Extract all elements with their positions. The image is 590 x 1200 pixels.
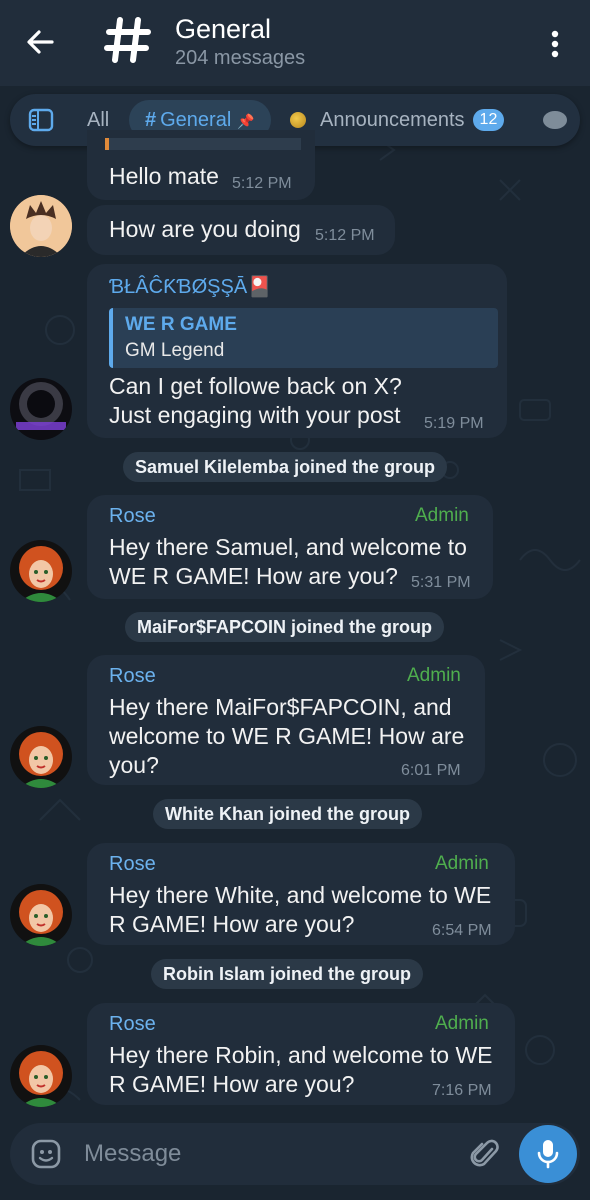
message-time: 6:54 PM: [432, 922, 492, 939]
sender-name[interactable]: Rose: [109, 1013, 156, 1036]
tab-general-label: General: [160, 109, 232, 131]
sender-name[interactable]: Rose: [109, 505, 156, 528]
announcements-icon: [290, 112, 306, 128]
message-text: Hey there MaiFor$FAPCOIN, and: [109, 694, 452, 720]
admin-badge: Admin: [407, 665, 461, 686]
chat-header: General 204 messages: [0, 0, 590, 86]
attach-icon[interactable]: [470, 1137, 500, 1171]
avatar[interactable]: [10, 378, 72, 440]
message-text: you?: [109, 752, 159, 778]
more-vertical-icon[interactable]: [540, 26, 570, 62]
sender-name[interactable]: Rose: [109, 665, 156, 688]
emoji-icon[interactable]: [30, 1138, 62, 1170]
sender-name[interactable]: Rose: [109, 853, 156, 876]
message-time: 6:01 PM: [401, 762, 461, 779]
hash-icon[interactable]: [102, 14, 154, 66]
message-time: 5:12 PM: [315, 227, 375, 244]
quote-title: WE R GAME: [125, 314, 237, 335]
avatar[interactable]: [10, 1045, 72, 1107]
back-arrow-icon[interactable]: [22, 24, 58, 60]
mic-icon[interactable]: [519, 1125, 577, 1183]
message-composer: [10, 1123, 580, 1185]
admin-badge: Admin: [435, 1013, 489, 1034]
topic-icon: [543, 111, 567, 129]
quote-text: GM Legend: [125, 340, 225, 361]
message-bubble[interactable]: Rose Admin Hey there MaiFor$FAPCOIN, and…: [87, 655, 485, 785]
avatar[interactable]: [10, 884, 72, 946]
message-bubble[interactable]: Rose Admin Hey there Robin, and welcome …: [87, 1003, 515, 1105]
message-text: welcome to WE R GAME! How are: [109, 723, 465, 749]
hash-icon: #: [145, 109, 157, 131]
message-time: 5:12 PM: [232, 175, 292, 192]
message-text: How are you doing: [109, 216, 301, 242]
message-text: Hey there White, and welcome to WE: [109, 882, 492, 908]
chat-title[interactable]: General: [175, 14, 271, 45]
message-bubble[interactable]: ƁŁÂĈƘƁØŞŞĀ🎴 WE R GAME GM Legend Can I ge…: [87, 264, 507, 438]
service-message: Samuel Kilelemba joined the group: [123, 452, 448, 482]
pin-icon: 📌: [237, 113, 255, 129]
message-text: WE R GAME! How are you?: [109, 563, 398, 589]
avatar[interactable]: [10, 195, 72, 257]
tab-announcements-label: Announcements: [320, 109, 465, 131]
message-time: 5:19 PM: [424, 415, 484, 432]
message-bubble[interactable]: Rose Admin Hey there Samuel, and welcome…: [87, 495, 493, 599]
message-text: Can I get followe back on X?: [109, 373, 402, 399]
avatar[interactable]: [10, 726, 72, 788]
message-text: Just engaging with your post: [109, 402, 401, 428]
avatar[interactable]: [10, 540, 72, 602]
message-text: Hello mate: [109, 163, 219, 189]
message-count: 204 messages: [175, 47, 306, 69]
reply-quote: [105, 138, 301, 150]
service-message: Robin Islam joined the group: [151, 959, 424, 989]
reply-quote[interactable]: WE R GAME GM Legend: [109, 308, 498, 368]
message-text: Hey there Samuel, and welcome to: [109, 534, 467, 560]
sender-name[interactable]: ƁŁÂĈƘƁØŞŞĀ🎴: [109, 274, 272, 299]
message-bubble[interactable]: Hello mate 5:12 PM: [87, 130, 315, 200]
message-text: R GAME! How are you?: [109, 1071, 355, 1097]
topics-sidebar-icon[interactable]: [28, 108, 54, 132]
message-time: 7:16 PM: [432, 1082, 492, 1099]
message-bubble[interactable]: Rose Admin Hey there White, and welcome …: [87, 843, 515, 945]
service-message: White Khan joined the group: [153, 799, 422, 829]
tab-announcements[interactable]: Announcements 12: [290, 94, 505, 146]
message-input[interactable]: [84, 1135, 454, 1173]
admin-badge: Admin: [435, 853, 489, 874]
service-message: MaiFor$FAPCOIN joined the group: [125, 612, 445, 642]
message-bubble[interactable]: How are you doing 5:12 PM: [87, 205, 395, 255]
tab-more[interactable]: [543, 94, 567, 146]
message-time: 5:31 PM: [411, 574, 471, 591]
message-text: Hey there Robin, and welcome to WE: [109, 1042, 493, 1068]
admin-badge: Admin: [415, 505, 469, 526]
message-text: R GAME! How are you?: [109, 911, 355, 937]
unread-badge: 12: [472, 109, 505, 131]
